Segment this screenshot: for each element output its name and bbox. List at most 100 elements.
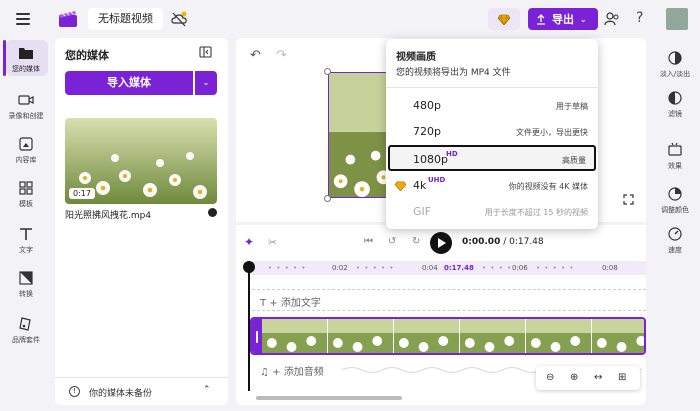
nav-item-your-media[interactable]: 您的媒体 [0,45,52,74]
nav-item-templates[interactable]: 模板 [0,180,52,209]
option-note: 你的视频没有 4K 媒体 [508,182,588,191]
forward-5s-icon[interactable]: ↻ [412,236,424,248]
rail-item-adjust-color[interactable]: 调整颜色 [650,186,700,215]
right-properties-rail: 淡入/淡出 滤镜 效果 调整颜色 速度 [650,38,700,411]
expand-timeline-icon[interactable]: ⊞ [618,372,626,383]
export-menu-subheading: 您的视频将导出为 MP4 文件 [396,68,511,78]
transitions-icon [19,271,33,285]
nav-label: 模板 [19,200,33,208]
check-icon [208,208,217,217]
timeline-panel: ✦ ✂ ⏮ ↺ ↻ 0:00.00 / 0:17.48 0 • • • • • … [236,225,646,405]
chevron-up-icon[interactable]: ⌃ [203,385,211,395]
nav-item-record[interactable]: 录像和创建 [0,92,52,121]
export-button[interactable]: 导出 ⌄ [528,8,598,30]
nav-item-transitions[interactable]: 转换 [0,270,52,299]
current-time: 0:00.00 [462,237,501,247]
filters-icon [668,91,682,105]
scissors-icon[interactable]: ✂ [268,236,277,249]
rewind-5s-icon[interactable]: ↺ [388,236,400,248]
ruler-dots: • • • • • [356,264,395,272]
redo-icon[interactable]: ↷ [276,48,287,63]
nav-label: 品牌套件 [12,336,40,344]
project-title[interactable]: 无标题视频 [88,8,163,30]
fit-to-width-icon[interactable]: ↔ [594,372,602,383]
zoom-out-icon[interactable]: ⊖ [546,372,554,383]
video-clip-track[interactable] [250,317,646,355]
add-audio-text: + 添加音频 [272,367,324,378]
timeline-scrollbar[interactable] [256,396,402,400]
clip-filename: 阳光照拂风拽花.mp4 [65,211,152,221]
help-icon[interactable]: ? [636,10,643,26]
menu-icon[interactable] [16,13,30,25]
nav-item-text[interactable]: 文字 [0,226,52,255]
nav-label: 文字 [19,246,33,254]
undo-icon[interactable]: ↶ [250,48,261,63]
rail-label: 效果 [668,162,682,170]
zoom-controls: ⊖ ⊕ ↔ ⊞ [536,366,640,390]
timeline-ruler[interactable]: 0 • • • • • 0:02 • • • • • 0:04 0:17.48 … [248,261,646,275]
export-label: 导出 [552,13,574,26]
divider [386,87,598,88]
export-quality-menu: 视频画质 您的视频将导出为 MP4 文件 480p 用于草稿 720p 文件更小… [386,39,598,229]
export-option-4k[interactable]: 4k UHD 你的视频没有 4K 媒体 [386,173,598,199]
brand-kit-icon [19,317,31,331]
media-panel: 您的媒体 导入媒体 ⌄ 0:17 阳光照拂风拽花.mp4 ! 你的媒体未备份 ⌃ [55,38,228,405]
clip-frame [460,319,526,353]
ruler-end-marker: 0:17.48 [444,264,474,272]
zoom-in-icon[interactable]: ⊕ [570,372,578,383]
share-people-icon[interactable] [604,11,620,27]
add-text-label: T + 添加文字 [260,294,321,309]
fullscreen-icon[interactable] [623,194,634,205]
info-icon: ! [69,386,80,397]
resize-handle[interactable] [324,195,331,202]
ruler-tick: 0:08 [602,264,618,272]
export-option-gif: GIF 用于长度不超过 15 秒的视频 [386,199,598,225]
rail-label: 速度 [668,246,682,254]
upload-icon [537,13,545,25]
magic-tools-icon[interactable]: ✦ [244,235,254,249]
option-note: 用于草稿 [556,102,588,111]
cloud-offline-icon[interactable] [170,10,188,28]
import-options-dropdown[interactable]: ⌄ [195,71,217,95]
collapse-panel-icon[interactable] [199,46,212,58]
option-note: 文件更小，导出更快 [516,128,588,137]
adjust-color-icon [668,187,682,201]
import-media-button[interactable]: 导入媒体 [65,71,193,95]
skip-back-icon[interactable]: ⏮ [364,236,376,248]
option-quality: GIF [413,205,432,218]
nav-item-content-library[interactable]: 内容库 [0,136,52,165]
backup-status-text: 你的媒体未备份 [89,389,153,399]
rail-item-effects[interactable]: 效果 [650,142,700,171]
add-text-text: + 添加文字 [269,298,321,309]
ruler-dots: • • • • • [536,264,575,272]
folder-icon [19,48,33,59]
rail-item-fade[interactable]: 淡入/淡出 [650,50,700,79]
speed-icon [668,227,682,241]
rail-item-speed[interactable]: 速度 [650,226,700,255]
premium-gem-button[interactable] [488,8,520,30]
play-button[interactable] [430,232,452,254]
ruler-tick: 0:02 [332,264,348,272]
effects-icon [668,142,682,156]
rail-label: 淡入/淡出 [659,70,691,78]
text-icon [20,228,32,240]
option-quality: 1080p [413,153,448,166]
time-readout: 0:00.00 / 0:17.48 [462,237,544,247]
clip-trim-handle[interactable] [252,319,262,353]
export-option-720p[interactable]: 720p 文件更小，导出更快 [386,119,598,145]
export-option-1080p[interactable]: 1080p HD 高质量 [388,145,596,171]
resize-handle[interactable] [324,68,331,75]
avatar[interactable] [666,8,688,30]
content-library-icon [19,137,33,151]
chevron-down-icon: ⌄ [580,14,587,24]
export-option-480p[interactable]: 480p 用于草稿 [386,93,598,119]
playhead-handle[interactable] [243,261,255,273]
clip-frame [262,319,328,353]
nav-item-brand-kit[interactable]: 品牌套件 [0,316,52,345]
ruler-dots: • • • • [482,264,513,272]
rail-item-filters[interactable]: 滤镜 [650,90,700,119]
nav-label: 录像和创建 [8,112,44,120]
text-track[interactable]: T + 添加文字 [252,289,646,311]
clip-frame [328,319,394,353]
backup-status-bar[interactable]: ! 你的媒体未备份 ⌃ [55,377,228,405]
